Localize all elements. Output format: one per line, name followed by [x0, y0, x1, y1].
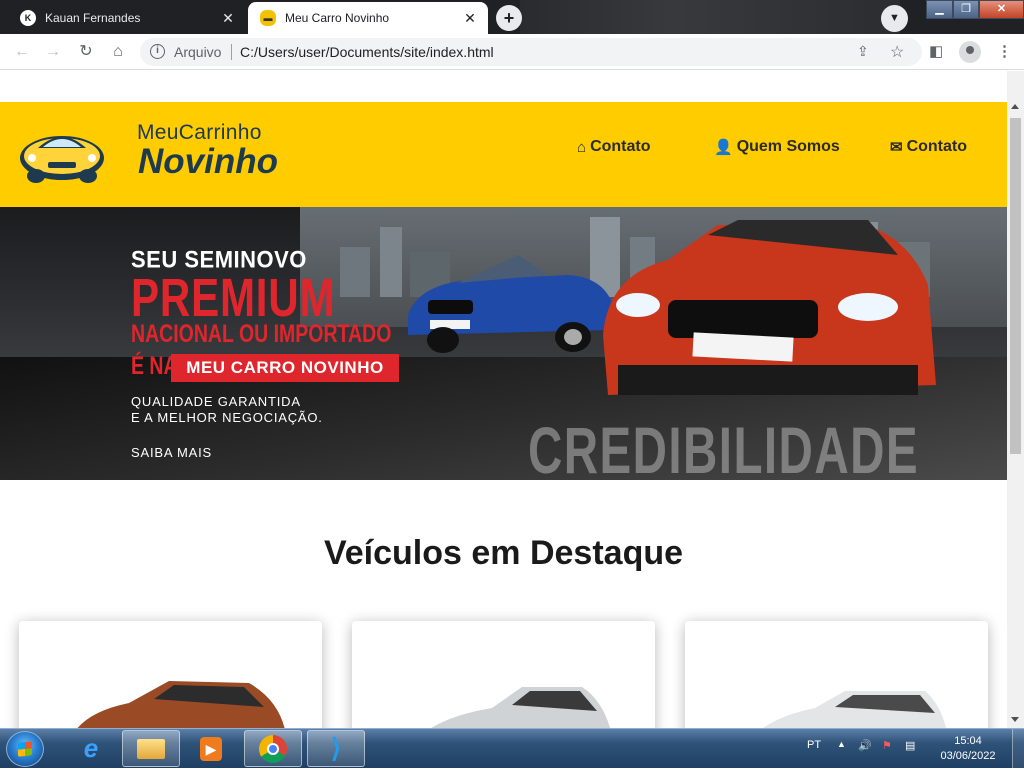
share-icon[interactable]: ⇪	[857, 43, 869, 60]
scroll-down-arrow-icon[interactable]	[1011, 717, 1019, 722]
vehicle-image	[431, 687, 611, 728]
browser-toolbar: ← → ↻ ⌂ i Arquivo C:/Users/user/Document…	[0, 34, 1024, 70]
maximize-button[interactable]: ❐	[953, 0, 979, 19]
tray-expand-icon[interactable]: ▲	[837, 739, 846, 749]
tab-meu-carro-novinho[interactable]: ▬ Meu Carro Novinho ✕	[248, 2, 488, 34]
red-coupe-car	[603, 220, 936, 395]
tab-title: Kauan Fernandes	[45, 11, 141, 25]
tab-favicon-icon: K	[20, 10, 36, 26]
menu-kebab-icon[interactable]: ⋮	[997, 42, 1012, 60]
hero-watermark: CREDIBILIDADE	[528, 413, 919, 480]
address-bar[interactable]: i Arquivo C:/Users/user/Documents/site/i…	[140, 38, 922, 66]
hero-brand-badge: MEU CARRO NOVINHO	[171, 354, 399, 382]
hero-saiba-mais-link[interactable]: SAIBA MAIS	[131, 445, 212, 460]
blue-convertible-car	[408, 255, 613, 353]
internet-explorer-icon[interactable]: e	[62, 730, 120, 767]
vscode-icon[interactable]: ⟩	[307, 730, 365, 767]
nav-link-contato-mail[interactable]: ✉ Contato	[890, 138, 967, 156]
minimize-button[interactable]: ▁	[926, 0, 953, 19]
hero-banner[interactable]: SEU SEMINOVO PREMIUM NACIONAL OU IMPORTA…	[0, 207, 1007, 480]
site-header: MeuCarrinho Novinho ⌂ Contato 👤 Quem Som…	[0, 102, 1007, 207]
vehicle-image	[763, 691, 947, 728]
close-window-button[interactable]: ✕	[979, 0, 1024, 19]
tab-title: Meu Carro Novinho	[285, 11, 390, 25]
home-icon[interactable]: ⌂	[108, 42, 128, 62]
logo-car-icon[interactable]	[18, 124, 106, 184]
forward-arrow-icon[interactable]: →	[43, 42, 63, 62]
home-icon: ⌂	[577, 138, 587, 156]
volume-icon[interactable]: 🔊	[858, 739, 872, 752]
hero-subtext-1: QUALIDADE GARANTIDA	[131, 394, 301, 409]
car-favicon-icon: ▬	[260, 10, 276, 26]
profile-avatar-icon[interactable]	[959, 41, 981, 63]
page-scrollbar[interactable]	[1007, 71, 1024, 728]
back-arrow-icon[interactable]: ←	[12, 42, 32, 62]
tabstrip-background	[520, 0, 900, 34]
windows-taskbar: e ▶ ⟩ PT ▲ 🔊 ⚑ ▤ 15:04 03/06/2022	[0, 728, 1024, 769]
page-viewport: MeuCarrinho Novinho ⌂ Contato 👤 Quem Som…	[0, 71, 1024, 728]
scheme-label: Arquivo	[174, 44, 222, 60]
language-indicator[interactable]: PT	[807, 739, 821, 751]
user-icon: 👤	[714, 139, 733, 156]
hero-subtext-2: E A MELHOR NEGOCIAÇÃO.	[131, 410, 323, 425]
file-explorer-icon[interactable]	[122, 730, 180, 767]
clock-date: 03/06/2022	[940, 750, 996, 762]
site-info-icon[interactable]: i	[150, 44, 165, 59]
browser-tab-strip: K Kauan Fernandes ✕ ▬ Meu Carro Novinho …	[0, 0, 1024, 34]
new-tab-button[interactable]: +	[496, 5, 522, 31]
taskbar-clock[interactable]: 15:04 03/06/2022	[930, 734, 1006, 764]
clock-time: 15:04	[954, 735, 982, 747]
omnibox-divider	[231, 44, 232, 60]
scrollbar-thumb[interactable]	[1010, 118, 1021, 454]
vehicle-card[interactable]	[352, 621, 655, 728]
nav-link-contato-home[interactable]: ⌂ Contato	[577, 138, 651, 156]
nav-label: Contato	[906, 138, 968, 155]
action-center-flag-icon[interactable]: ⚑	[882, 739, 892, 752]
tab-close-icon[interactable]: ✕	[460, 10, 480, 27]
scroll-up-arrow-icon[interactable]	[1011, 104, 1019, 109]
network-icon[interactable]: ▤	[905, 739, 915, 752]
vehicle-card[interactable]	[685, 621, 988, 728]
reload-icon[interactable]: ↻	[76, 42, 96, 62]
nav-label: Quem Somos	[736, 138, 840, 155]
tab-close-icon[interactable]: ✕	[218, 10, 238, 27]
section-title: Veículos em Destaque	[323, 534, 684, 572]
show-desktop-button[interactable]	[1012, 729, 1024, 769]
vehicle-card[interactable]	[19, 621, 322, 728]
side-panel-icon[interactable]: ◧	[929, 42, 943, 60]
hero-headline-3: NACIONAL OU IMPORTADO	[131, 320, 392, 348]
bookmark-star-icon[interactable]: ☆	[890, 42, 904, 62]
tab-search-chevron-icon[interactable]: ▼	[881, 5, 908, 32]
tab-kauan-fernandes[interactable]: K Kauan Fernandes ✕	[8, 2, 246, 34]
media-player-icon[interactable]: ▶	[182, 730, 240, 767]
nav-link-quem-somos[interactable]: 👤 Quem Somos	[714, 138, 840, 156]
start-button[interactable]	[6, 731, 44, 767]
window-controls: ▁ ❐ ✕	[926, 0, 1024, 19]
envelope-icon: ✉	[890, 139, 903, 156]
chrome-icon[interactable]	[244, 730, 302, 767]
logo-text-bottom: Novinho	[138, 142, 278, 181]
vehicle-image	[77, 681, 285, 728]
url-text[interactable]: C:/Users/user/Documents/site/index.html	[240, 44, 494, 60]
nav-label: Contato	[590, 138, 651, 155]
